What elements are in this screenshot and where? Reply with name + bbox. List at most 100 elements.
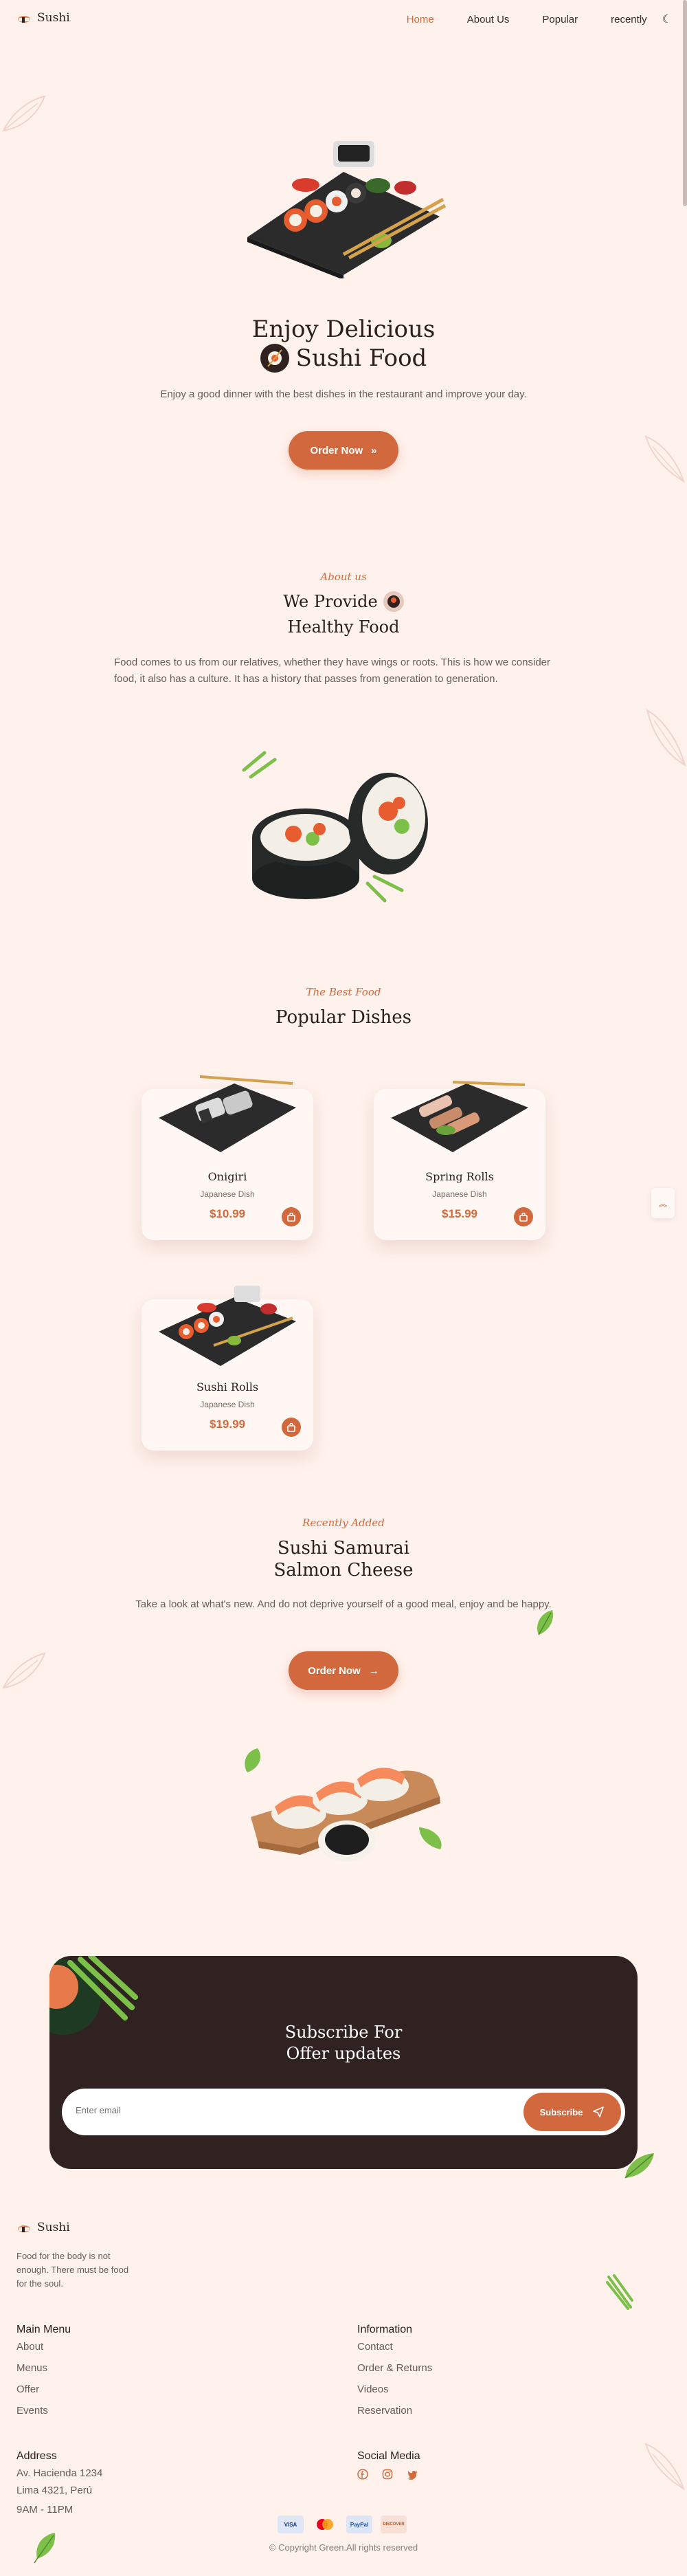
recent-subtitle: Recently Added (302, 1517, 385, 1529)
address-line2: Lima 4321, Perú (16, 2485, 93, 2496)
leaf-outline-icon (644, 2443, 685, 2491)
about-title-line1: We Provide (283, 592, 378, 611)
shopping-bag-icon (287, 1212, 295, 1222)
subscribe-title-line1: Subscribe For (284, 2023, 403, 2042)
footer-link-videos[interactable]: Videos (357, 2384, 389, 2395)
social-media-heading: Social Media (357, 2450, 420, 2462)
footer-tagline: Food for the body is not enough. There m… (16, 2249, 128, 2291)
footer-tagline-line: enough. There must be food (16, 2265, 129, 2275)
recent-order-now-button[interactable]: Order Now → (289, 1651, 398, 1690)
order-now-label: Order Now (310, 444, 363, 456)
nav-recently[interactable]: recently (611, 14, 647, 25)
subscribe-label: Subscribe (539, 2106, 583, 2117)
add-to-bag-button[interactable] (282, 1207, 301, 1226)
scroll-up-button[interactable]: ︽ (651, 1188, 675, 1218)
about-description: Food comes to us from our relatives, whe… (114, 657, 551, 685)
leaf-outline-icon (646, 708, 686, 767)
sushi-logo-icon (18, 16, 30, 23)
hero-title-line2-wrap: Sushi Food (0, 344, 687, 373)
address-line1: Av. Hacienda 1234 (16, 2467, 103, 2479)
arrow-right-icon: → (368, 1664, 379, 1677)
visa-icon: VISA (278, 2516, 304, 2533)
about-title-line1-wrap: We Provide (0, 591, 687, 612)
sushi-logo-icon (18, 2225, 30, 2232)
dish-name: Spring Rolls (425, 1170, 494, 1183)
footer-link-events[interactable]: Events (16, 2405, 48, 2417)
copyright-text: © Copyright Green.All rights reserved (269, 2542, 418, 2553)
add-to-bag-button[interactable] (282, 1418, 301, 1437)
hero-sushi-board-image (247, 141, 447, 278)
footer-tagline-line: for the soul. (16, 2278, 63, 2289)
onigiri-image (159, 1075, 296, 1152)
main-nav: Home About Us Popular recently ☾ (374, 12, 672, 26)
salmon-sushi-image (245, 1748, 442, 1862)
hero-order-now-button[interactable]: Order Now » (289, 431, 398, 470)
double-chevron-up-icon: ︽ (658, 1198, 667, 1209)
about-subtitle: About us (320, 571, 367, 583)
dish-desc: Japanese Dish (432, 1189, 487, 1199)
paypal-icon: PayPal (346, 2516, 372, 2533)
leaf-outline-icon (2, 1652, 46, 1689)
footer-tagline-line: Food for the body is not (16, 2251, 111, 2261)
leaf-outline-icon (2, 95, 46, 132)
add-to-bag-button[interactable] (514, 1207, 533, 1226)
footer-brand-logo[interactable]: Sushi (16, 2221, 70, 2234)
twitter-icon[interactable] (407, 2469, 418, 2480)
footer-link-menus[interactable]: Menus (16, 2362, 47, 2374)
discover-icon: DISCOVER (381, 2516, 407, 2533)
nav-home[interactable]: Home (407, 14, 434, 25)
footer-brand-name: Sushi (37, 2221, 70, 2234)
facebook-icon[interactable] (357, 2469, 368, 2480)
nav-popular[interactable]: Popular (542, 14, 578, 25)
leaf-outline-icon (644, 435, 685, 483)
sushi-bowl-icon (383, 591, 404, 612)
mastercard-icon (312, 2516, 338, 2533)
popular-subtitle: The Best Food (306, 986, 381, 998)
footer-link-offer[interactable]: Offer (16, 2384, 39, 2395)
nav-about-us[interactable]: About Us (467, 14, 510, 25)
dish-card-sushi-rolls[interactable]: Sushi Rolls Japanese Dish $19.99 (142, 1286, 313, 1451)
dish-desc: Japanese Dish (200, 1400, 255, 1409)
dish-card-spring-rolls[interactable]: Spring Rolls Japanese Dish $15.99 (374, 1081, 545, 1240)
dish-name: Sushi Rolls (196, 1380, 259, 1394)
subscribe-title-line2: Offer updates (286, 2044, 401, 2063)
footer-link-contact[interactable]: Contact (357, 2341, 393, 2353)
header: Sushi Home About Us Popular recently ☾ (0, 0, 687, 38)
recent-title-line1: Sushi Samurai (277, 1538, 410, 1559)
theme-toggle-moon-icon[interactable]: ☾ (662, 12, 672, 26)
green-leaf-sprig-icon (606, 2274, 633, 2310)
hero-description: Enjoy a good dinner with the best dishes… (160, 388, 527, 400)
social-icons (357, 2469, 418, 2480)
brand-name: Sushi (37, 11, 70, 25)
popular-title: Popular Dishes (275, 1007, 412, 1028)
payment-methods: VISA PayPal DISCOVER (278, 2516, 407, 2533)
subscribe-section: Subscribe For Offer updates Subscribe (49, 1956, 638, 2169)
footer-link-about[interactable]: About (16, 2341, 43, 2353)
footer-link-order-returns[interactable]: Order & Returns (357, 2362, 432, 2374)
green-leaf-icon (624, 2153, 654, 2179)
sushi-rolls-image (159, 1286, 296, 1366)
dish-desc: Japanese Dish (200, 1189, 255, 1199)
double-chevron-right-icon: » (371, 444, 377, 456)
order-now-label: Order Now (308, 1664, 361, 1677)
information-heading: Information (357, 2324, 413, 2335)
footer-link-reservation[interactable]: Reservation (357, 2405, 412, 2417)
about-title-line2: Healthy Food (287, 617, 400, 637)
dish-card-onigiri[interactable]: Onigiri Japanese Dish $10.99 (142, 1075, 313, 1240)
green-leaf-icon (537, 1610, 554, 1636)
shopping-bag-icon (519, 1212, 528, 1222)
opening-hours: 9AM - 11PM (16, 2504, 74, 2516)
spring-rolls-image (391, 1081, 528, 1152)
brand-logo[interactable]: Sushi (16, 11, 70, 25)
main-menu-heading: Main Menu (16, 2324, 71, 2335)
recent-title-line2: Salmon Cheese (273, 1560, 414, 1581)
send-icon (593, 2106, 605, 2117)
about-sushi-rolls-image (242, 751, 428, 903)
subscribe-button[interactable]: Subscribe (523, 2093, 621, 2131)
subscribe-title: Subscribe For Offer updates (49, 2022, 638, 2065)
email-input[interactable] (76, 2105, 488, 2115)
sushi-roll-badge-icon (260, 344, 289, 373)
instagram-icon[interactable] (382, 2469, 393, 2480)
hero-title-line1: Enjoy Delicious (251, 316, 436, 343)
shopping-bag-icon (287, 1422, 295, 1432)
